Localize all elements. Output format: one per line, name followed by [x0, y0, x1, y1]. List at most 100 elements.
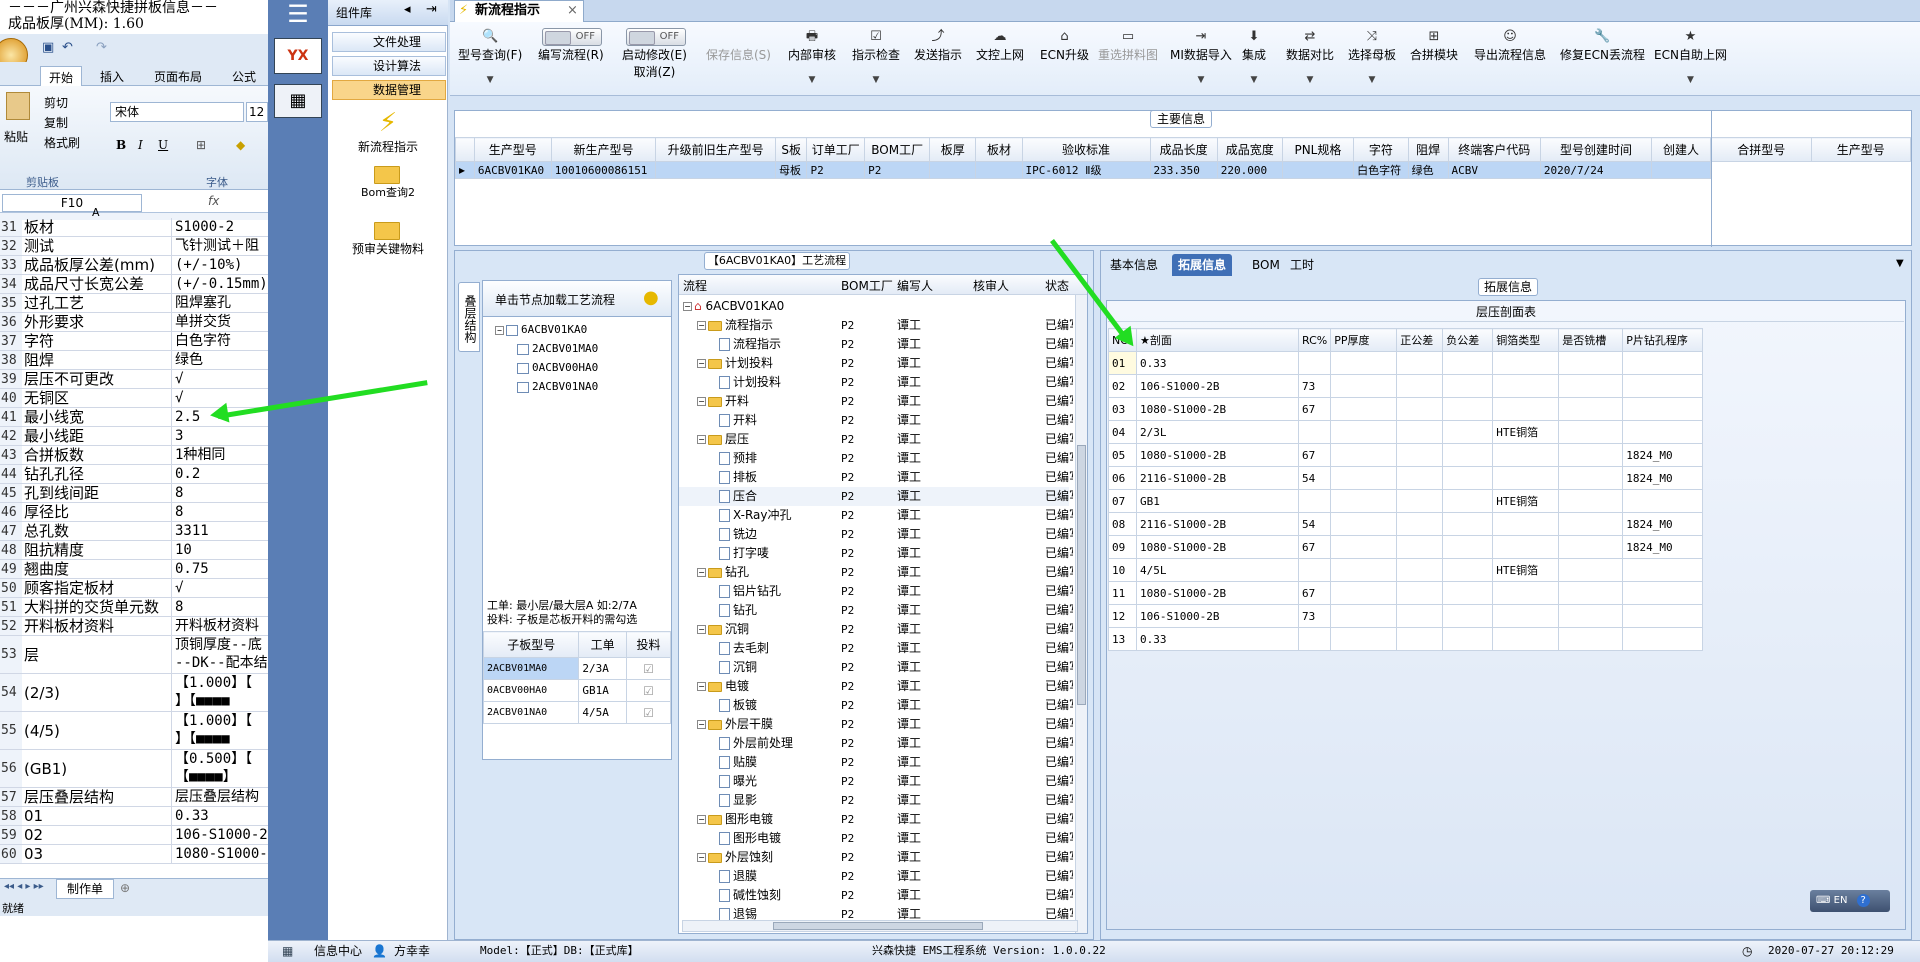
cell-a[interactable]: 厚径比 — [22, 503, 172, 521]
cell-a[interactable]: 翘曲度 — [22, 560, 172, 578]
stack-cell[interactable] — [1622, 558, 1704, 582]
row-number[interactable]: 41 — [0, 408, 22, 426]
cell-a[interactable]: 外形要求 — [22, 313, 172, 331]
tree-row[interactable]: 退膜 P2 谭工 已编写 — [679, 867, 1073, 886]
tree-row[interactable]: − 计划投料 P2 谭工 已编写 — [679, 354, 1073, 373]
cell-a[interactable]: 过孔工艺 — [22, 294, 172, 312]
toolbar-button-8[interactable]: ⌂ ECN升级 — [1040, 28, 1089, 63]
toolbar-button-10[interactable]: ⇥ MI数据导入 ▼ — [1170, 28, 1232, 85]
yx-logo-icon[interactable]: YX — [274, 38, 322, 74]
stack-cell[interactable] — [1558, 351, 1624, 375]
checkbox-icon[interactable] — [517, 362, 529, 374]
stack-cell[interactable]: HTE铜箔 — [1492, 558, 1560, 582]
column-header[interactable]: 生产型号 — [473, 137, 552, 162]
table-cell[interactable] — [655, 161, 776, 179]
column-header[interactable]: BOM工厂 — [864, 137, 931, 162]
stack-cell[interactable] — [1442, 581, 1494, 605]
excel-row[interactable]: 57 层压叠层结构 层压叠层结构 — [0, 788, 268, 807]
stack-cell[interactable] — [1622, 374, 1704, 398]
cell-b[interactable]: 10 — [173, 541, 268, 559]
stack-cell[interactable]: 54 — [1297, 512, 1332, 536]
table-row[interactable]: 09 1080-S1000-2B 67 1824_M0 — [1108, 535, 1704, 559]
row-number[interactable]: 34 — [0, 275, 22, 293]
row-number[interactable]: 59 — [0, 826, 22, 844]
fx-icon[interactable]: fx — [208, 194, 219, 208]
border-icon[interactable]: ⊞ — [196, 138, 206, 152]
table-cell[interactable] — [975, 161, 1023, 179]
stack-cell[interactable]: 1824_M0 — [1622, 512, 1704, 536]
cell-b[interactable]: 白色字符 — [173, 332, 268, 350]
tree-row[interactable]: 压合 P2 谭工 已编写 — [679, 487, 1073, 506]
stack-cell[interactable] — [1558, 581, 1624, 605]
modify-toggle[interactable]: OFF — [626, 28, 686, 46]
tree-row[interactable]: 贴膜 P2 谭工 已编写 — [679, 753, 1073, 772]
row-number[interactable]: 36 — [0, 313, 22, 331]
italic-button[interactable]: I — [138, 138, 143, 152]
stack-cell[interactable] — [1442, 512, 1494, 536]
stack-cell[interactable] — [1442, 466, 1494, 490]
cell-b[interactable]: S1000-2 — [173, 218, 268, 236]
stack-cell[interactable]: HTE铜箔 — [1492, 420, 1560, 444]
horizontal-scrollbar[interactable] — [682, 920, 1078, 932]
table-cell[interactable]: 220.000 — [1216, 161, 1283, 179]
sheet-nav-icon[interactable]: ◂◂ ◂ ▸ ▸▸ — [4, 881, 44, 892]
cell-b[interactable]: 阻焊塞孔 — [173, 294, 268, 312]
cell-b[interactable]: 8 — [173, 484, 268, 502]
cell-a[interactable]: 01 — [22, 807, 172, 825]
table-row[interactable]: 10 4/5L HTE铜箔 — [1108, 558, 1704, 582]
toolbar-button-11[interactable]: ⬇ 集成 ▼ — [1242, 28, 1266, 85]
row-number[interactable]: 57 — [0, 788, 22, 806]
cell-a[interactable]: 成品尺寸长宽公差 — [22, 275, 172, 293]
tree-row[interactable]: 计划投料 P2 谭工 已编写 — [679, 373, 1073, 392]
stack-cell[interactable]: 2116-S1000-2B — [1136, 512, 1299, 536]
cell-a[interactable]: 最小线距 — [22, 427, 172, 445]
excel-row[interactable]: 45 孔到线间距 8 — [0, 484, 268, 503]
cell-a[interactable]: 阻焊 — [22, 351, 172, 369]
table-row[interactable]: 2ACBV01MA0 2/3A ☑ — [482, 657, 672, 680]
row-number[interactable]: 37 — [0, 332, 22, 350]
stack-cell[interactable] — [1558, 374, 1624, 398]
stack-cell[interactable]: 01 — [1108, 351, 1137, 375]
tree-row[interactable]: − 图形电镀 P2 谭工 已编写 — [679, 810, 1073, 829]
stack-cell[interactable]: 1080-S1000-2B — [1136, 535, 1299, 559]
row-number[interactable]: 54 — [0, 674, 22, 711]
column-header[interactable]: 板厚 — [929, 137, 977, 162]
precheck-material-button[interactable]: 预审关键物料 — [336, 222, 440, 257]
collapse-icon[interactable]: − — [683, 302, 692, 311]
stack-column-header[interactable]: 负公差 — [1442, 328, 1494, 352]
column-header[interactable]: 型号创建时间 — [1539, 137, 1653, 162]
undo-icon[interactable]: ↶ — [62, 40, 73, 55]
column-header[interactable]: 创建人 — [1651, 137, 1711, 162]
stack-cell[interactable] — [1492, 443, 1560, 467]
collapse-icon[interactable]: − — [697, 568, 706, 577]
feeding-checkbox[interactable]: ☑ — [625, 657, 672, 680]
table-cell[interactable] — [1281, 161, 1355, 179]
row-number[interactable]: 33 — [0, 256, 22, 274]
stack-cell[interactable] — [1396, 558, 1444, 582]
stack-cell[interactable]: 67 — [1297, 535, 1332, 559]
table-cell[interactable]: 绿色 — [1407, 161, 1449, 179]
table-cell[interactable]: ACBV — [1447, 161, 1541, 179]
stack-cell[interactable] — [1558, 466, 1624, 490]
table-row[interactable]: 02 106-S1000-2B 73 — [1108, 374, 1704, 398]
stack-cell[interactable] — [1558, 512, 1624, 536]
stack-cell[interactable] — [1492, 351, 1560, 375]
cell-a[interactable]: 最小线宽 — [22, 408, 172, 426]
stack-cell[interactable]: 09 — [1108, 535, 1137, 559]
stack-cell[interactable] — [1622, 604, 1704, 628]
stack-cell[interactable]: 2/3L — [1136, 420, 1299, 444]
excel-row[interactable]: 48 阻抗精度 10 — [0, 541, 268, 560]
stack-cell[interactable] — [1396, 489, 1444, 513]
pin-icon[interactable]: ⇥ — [426, 2, 437, 17]
stack-cell[interactable]: 1080-S1000-2B — [1136, 397, 1299, 421]
excel-row[interactable]: 33 成品板厚公差(mm) (+/-10%) — [0, 256, 268, 275]
tree-row[interactable]: 曝光 P2 谭工 已编写 — [679, 772, 1073, 791]
stack-cell[interactable] — [1622, 420, 1704, 444]
stack-cell[interactable]: 54 — [1297, 466, 1332, 490]
stack-cell[interactable] — [1622, 627, 1704, 651]
stack-cell[interactable]: 67 — [1297, 581, 1332, 605]
row-number[interactable]: 52 — [0, 617, 22, 635]
stack-cell[interactable] — [1442, 489, 1494, 513]
tree-row[interactable]: − 流程指示 P2 谭工 已编写 — [679, 316, 1073, 335]
column-header[interactable]: 板材 — [975, 137, 1023, 162]
